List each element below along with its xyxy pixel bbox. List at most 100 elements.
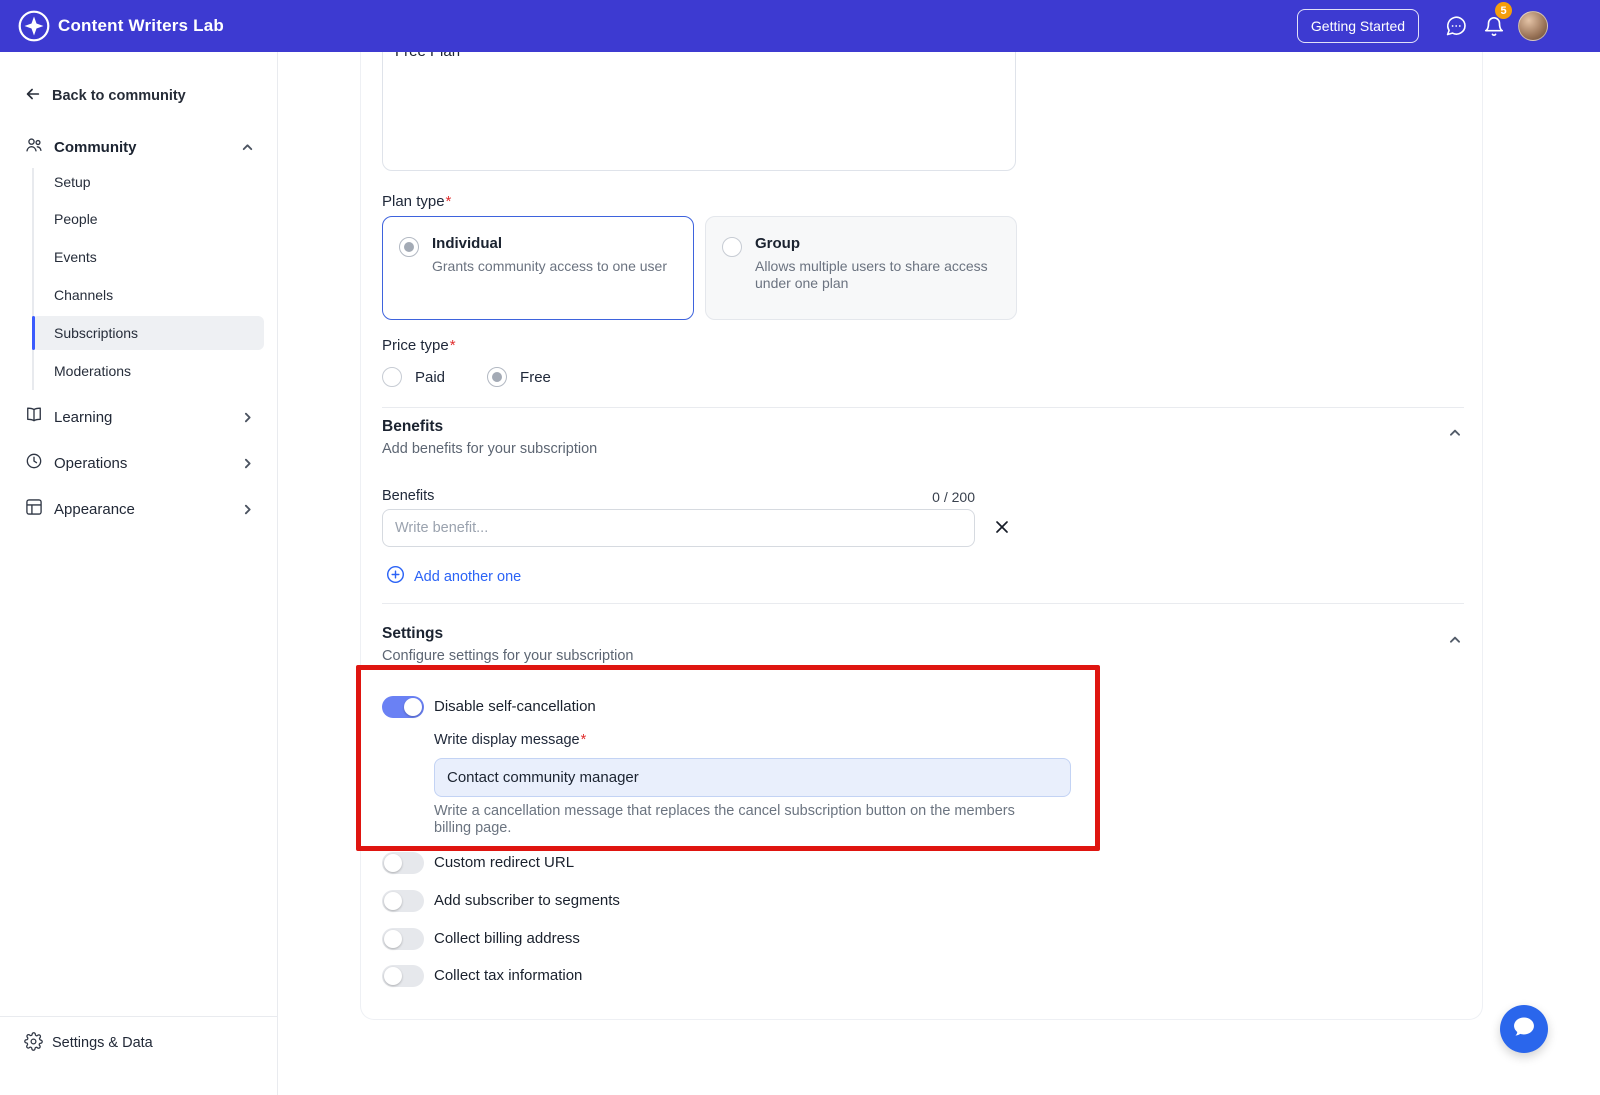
sidebar-item-label: Channels <box>54 287 114 303</box>
user-avatar[interactable] <box>1518 11 1548 41</box>
getting-started-button[interactable]: Getting Started <box>1297 9 1419 43</box>
plan-type-group-card[interactable]: Group Allows multiple users to share acc… <box>705 216 1017 320</box>
plan-name-input[interactable]: Free Plan <box>382 52 1016 171</box>
sidebar-item-label: People <box>54 211 98 227</box>
add-subscriber-to-segments-toggle[interactable] <box>382 890 424 912</box>
sidebar-item-people[interactable]: People <box>40 202 264 236</box>
plan-type-label: Plan type* <box>382 193 452 210</box>
required-asterisk: * <box>445 193 452 210</box>
sidebar-section-label: Community <box>54 138 137 156</box>
benefits-char-counter: 0 / 200 <box>932 489 975 505</box>
group-description: Allows multiple users to share access un… <box>755 258 988 291</box>
price-type-options: Paid Free <box>382 367 551 387</box>
back-link-label: Back to community <box>52 88 186 104</box>
individual-description: Grants community access to one user <box>432 258 667 274</box>
app-window: Content Writers Lab Getting Started 5 Ba… <box>0 0 1600 1095</box>
collect-tax-information-toggle[interactable] <box>382 965 424 987</box>
group-title: Group <box>755 235 800 252</box>
custom-redirect-url-label: Custom redirect URL <box>434 854 575 871</box>
benefits-collapse-button[interactable] <box>1446 424 1464 442</box>
settings-and-data-label: Settings & Data <box>52 1035 153 1051</box>
toggle-knob <box>384 967 402 985</box>
chevron-right-icon <box>240 502 254 516</box>
collect-billing-address-toggle[interactable] <box>382 928 424 950</box>
individual-radio[interactable] <box>399 237 419 257</box>
required-asterisk: * <box>580 732 587 748</box>
plus-circle-icon <box>386 565 405 588</box>
display-message-label: Write display message* <box>434 732 587 748</box>
feedback-chat-icon[interactable] <box>1444 14 1468 38</box>
settings-section-subtitle: Configure settings for your subscription <box>382 648 634 664</box>
notifications-bell-icon[interactable] <box>1483 16 1505 38</box>
paid-label: Paid <box>415 368 446 386</box>
toggle-knob <box>384 930 402 948</box>
free-radio[interactable] <box>487 367 508 387</box>
notification-badge: 5 <box>1495 2 1512 19</box>
gear-icon <box>24 1031 43 1055</box>
plan-name-value: Free Plan <box>395 52 460 60</box>
sidebar-item-events[interactable]: Events <box>40 240 264 274</box>
remove-benefit-icon[interactable] <box>989 514 1015 540</box>
disable-self-cancellation-toggle[interactable] <box>382 696 424 718</box>
settings-and-data-link[interactable]: Settings & Data <box>24 1030 153 1056</box>
chevron-right-icon <box>240 410 254 424</box>
section-divider <box>382 407 1464 408</box>
back-arrow-icon <box>24 85 42 107</box>
required-asterisk: * <box>449 337 456 354</box>
sidebar-section-label: Operations <box>54 454 128 472</box>
benefits-section-title: Benefits <box>382 418 444 435</box>
top-navbar: Content Writers Lab Getting Started 5 <box>0 0 1600 52</box>
sidebar-section-appearance[interactable]: Appearance <box>24 496 254 522</box>
app-title: Content Writers Lab <box>58 16 224 35</box>
paid-radio[interactable] <box>382 367 402 387</box>
operations-icon <box>24 451 44 476</box>
learning-icon <box>24 405 44 430</box>
community-icon <box>24 135 44 160</box>
individual-title: Individual <box>432 235 503 252</box>
add-subscriber-to-segments-label: Add subscriber to segments <box>434 892 620 909</box>
sidebar-item-subscriptions[interactable]: Subscriptions <box>32 316 264 350</box>
add-another-benefit-link[interactable]: Add another one <box>386 565 521 588</box>
main-content: Free Plan Plan type* Individual Grants c… <box>278 52 1600 1095</box>
chat-bubble-icon <box>1511 1014 1537 1045</box>
appearance-icon <box>24 497 44 522</box>
sidebar-item-label: Setup <box>54 174 91 190</box>
sidebar: Back to community Community Setup People… <box>0 52 278 1095</box>
toggle-knob <box>384 854 402 872</box>
plan-type-individual-card[interactable]: Individual Grants community access to on… <box>382 216 694 320</box>
price-free-option[interactable]: Free <box>487 367 551 387</box>
sidebar-item-label: Subscriptions <box>54 325 139 341</box>
sidebar-section-operations[interactable]: Operations <box>24 450 254 476</box>
chevron-up-icon <box>240 140 254 154</box>
toggle-knob <box>404 698 422 716</box>
settings-section-title: Settings <box>382 625 444 642</box>
add-another-label: Add another one <box>414 568 522 585</box>
sidebar-section-label: Appearance <box>54 500 135 518</box>
plan-type-options: Individual Grants community access to on… <box>382 216 1017 320</box>
chevron-right-icon <box>240 456 254 470</box>
sidebar-item-moderations[interactable]: Moderations <box>40 354 264 388</box>
chat-launcher-button[interactable] <box>1500 1005 1548 1053</box>
free-label: Free <box>520 368 551 386</box>
sidebar-footer-divider <box>0 1016 278 1017</box>
benefits-section-subtitle: Add benefits for your subscription <box>382 441 598 457</box>
collect-billing-address-label: Collect billing address <box>434 930 580 947</box>
sidebar-section-community[interactable]: Community <box>24 135 254 159</box>
section-divider <box>382 603 1464 604</box>
group-radio[interactable] <box>722 237 742 257</box>
toggle-knob <box>384 892 402 910</box>
custom-redirect-url-toggle[interactable] <box>382 852 424 874</box>
sidebar-item-channels[interactable]: Channels <box>40 278 264 312</box>
display-message-input[interactable] <box>434 758 1071 797</box>
sidebar-item-label: Moderations <box>54 363 132 379</box>
price-type-label: Price type* <box>382 337 456 354</box>
nav-tree-line <box>32 168 34 390</box>
price-paid-option[interactable]: Paid <box>382 367 445 387</box>
sidebar-item-label: Events <box>54 249 97 265</box>
sidebar-item-setup[interactable]: Setup <box>40 165 264 199</box>
back-to-community-link[interactable]: Back to community <box>24 85 186 107</box>
sidebar-section-learning[interactable]: Learning <box>24 404 254 430</box>
settings-collapse-button[interactable] <box>1446 631 1464 649</box>
benefit-input[interactable] <box>382 509 975 547</box>
app-logo-star-icon <box>18 10 50 42</box>
